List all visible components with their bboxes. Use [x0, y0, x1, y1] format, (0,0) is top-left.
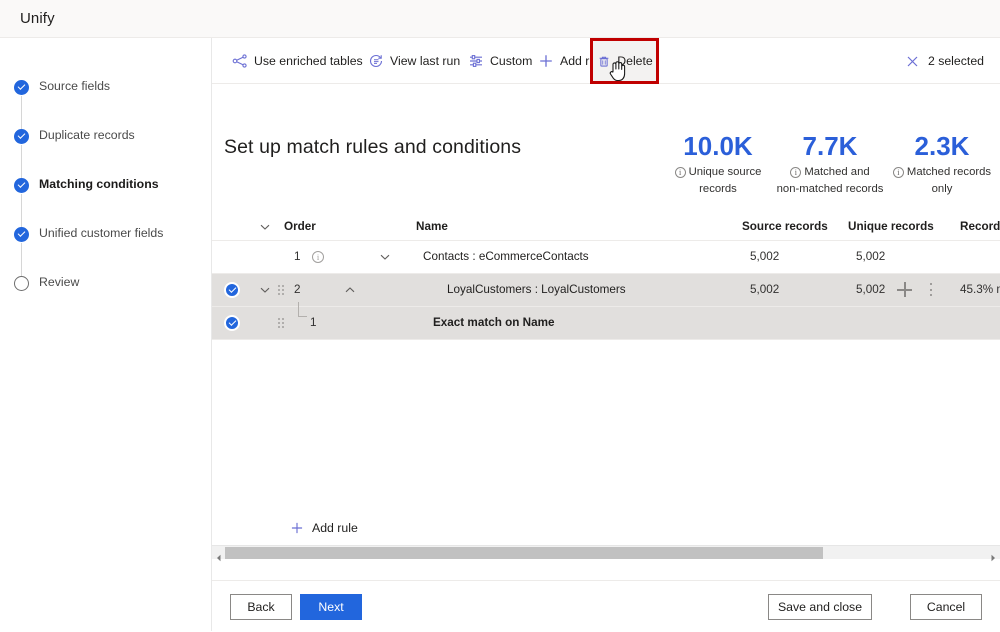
info-icon[interactable]: i: [892, 167, 904, 178]
kpi-row: 10.0K i Unique source records 7.7K i Match…: [662, 130, 1000, 210]
kpi-desc-line1: Matched and: [804, 166, 870, 178]
step-complete-icon: [14, 129, 29, 144]
delete-button[interactable]: Delete: [593, 41, 656, 81]
table-header-row: Order Name Source records Unique records…: [212, 213, 1000, 241]
cell-source-records: 5,002: [750, 250, 780, 263]
kpi-desc-line1: Matched records: [906, 166, 992, 178]
page-title: Set up match rules and conditions: [224, 136, 522, 158]
kpi-desc-line1: Unique source: [688, 166, 762, 178]
footer-right-actions: Save and close Cancel: [692, 581, 982, 632]
wizard-sidebar: Source fields Duplicate records Matching…: [0, 38, 212, 631]
kpi-value: 2.3K: [914, 131, 970, 161]
column-header-order[interactable]: Order: [284, 220, 316, 233]
kpi-desc-line2: records: [699, 183, 737, 195]
back-button[interactable]: Back: [230, 594, 292, 620]
row-drag-handle-icon[interactable]: [278, 318, 286, 330]
sidebar-item-label: Duplicate records: [39, 128, 135, 142]
cell-source-records: 5,002: [750, 283, 780, 296]
row-add-condition-plus-icon[interactable]: [897, 282, 913, 298]
kpi-matched-and-non-matched-records: 7.7K i Matched and non-matched records: [774, 130, 886, 198]
kpi-matched-records-only: 2.3K i Matched records only: [886, 130, 998, 198]
kpi-description: i Matched and non-matched records: [774, 164, 886, 198]
app-header: Unify: [0, 0, 1000, 38]
cell-records: 45.3% m: [960, 283, 1000, 296]
cell-order: 2: [294, 283, 301, 296]
column-header-unique-records[interactable]: Unique records: [848, 220, 934, 233]
step-pending-icon: [14, 276, 29, 291]
trash-icon: [596, 53, 612, 69]
expand-all-chevron-down-icon[interactable]: [258, 220, 272, 234]
row-group-chevron-down-icon[interactable]: [258, 283, 272, 297]
save-and-close-button[interactable]: Save and close: [768, 594, 872, 620]
cell-name: Exact match on Name: [433, 316, 555, 329]
table-row[interactable]: 2 LoyalCustomers : LoyalCustomers 5,002 …: [212, 274, 1000, 307]
row-checkbox-checked-icon[interactable]: [224, 282, 240, 298]
sidebar-item-label: Matching conditions: [39, 177, 159, 191]
scroll-right-arrow-icon[interactable]: [989, 549, 997, 562]
tree-connector-line: [298, 302, 307, 317]
kpi-desc-line2: non-matched records: [776, 183, 884, 195]
table-row[interactable]: 1 Exact match on Name: [212, 302, 1000, 340]
step-connector: [21, 194, 22, 227]
cancel-button[interactable]: Cancel: [910, 594, 982, 620]
cell-name: LoyalCustomers : LoyalCustomers: [447, 283, 626, 296]
step-complete-icon: [14, 227, 29, 242]
kpi-desc-line2: only: [931, 183, 953, 195]
row-collapse-chevron-up-icon[interactable]: [343, 283, 357, 297]
table-row[interactable]: 1 i Contacts : eCommerceContacts 5,002 5…: [212, 241, 1000, 274]
add-rule-link[interactable]: Add rule: [290, 521, 358, 535]
plus-icon: [290, 521, 304, 535]
row-drag-handle-icon[interactable]: [278, 285, 286, 297]
next-button[interactable]: Next: [300, 594, 362, 620]
row-info-icon[interactable]: i: [312, 251, 324, 263]
sidebar-item-label: Unified customer fields: [39, 226, 164, 240]
column-header-records[interactable]: Records: [960, 220, 1000, 233]
info-icon[interactable]: i: [674, 167, 686, 178]
row-expand-chevron-down-icon[interactable]: [378, 250, 392, 264]
main-region: Set up match rules and conditions 10.0K …: [212, 38, 1000, 631]
cell-unique-records: 5,002: [856, 250, 886, 263]
scroll-left-arrow-icon[interactable]: [215, 549, 223, 562]
footer-action-bar: Back Next Save and close Cancel: [212, 580, 1000, 631]
add-rule-row: Add rule: [212, 517, 1000, 545]
delete-button-highlight: Delete: [590, 38, 659, 84]
kpi-description: i Unique source records: [662, 164, 774, 198]
cell-order: 1: [310, 316, 317, 329]
row-checkbox-checked-icon[interactable]: [224, 315, 240, 331]
sidebar-item-label: Source fields: [39, 79, 111, 93]
step-connector: [21, 96, 22, 129]
kpi-value: 10.0K: [683, 131, 753, 161]
step-connector: [21, 145, 22, 178]
horizontal-scrollbar[interactable]: [212, 545, 1000, 562]
step-complete-icon: [14, 80, 29, 95]
step-complete-icon: [14, 178, 29, 193]
app-title: Unify: [20, 10, 55, 27]
info-icon[interactable]: i: [790, 167, 802, 178]
step-connector: [21, 243, 22, 276]
scrollbar-thumb[interactable]: [225, 547, 823, 559]
match-rules-table: Order Name Source records Unique records…: [212, 213, 1000, 562]
column-header-name[interactable]: Name: [416, 220, 448, 233]
sidebar-item-label: Review: [39, 275, 80, 289]
add-rule-link-label: Add rule: [312, 521, 358, 535]
delete-label: Delete: [617, 54, 653, 68]
cell-order: 1: [294, 250, 301, 263]
kpi-value: 7.7K: [802, 131, 858, 161]
column-header-source-records[interactable]: Source records: [742, 220, 828, 233]
cell-name: Contacts : eCommerceContacts: [423, 250, 589, 263]
cell-unique-records: 5,002: [856, 283, 886, 296]
row-more-options-kebab-icon[interactable]: [930, 283, 933, 297]
kpi-unique-source-records: 10.0K i Unique source records: [662, 130, 774, 198]
kpi-description: i Matched records only: [886, 164, 998, 198]
